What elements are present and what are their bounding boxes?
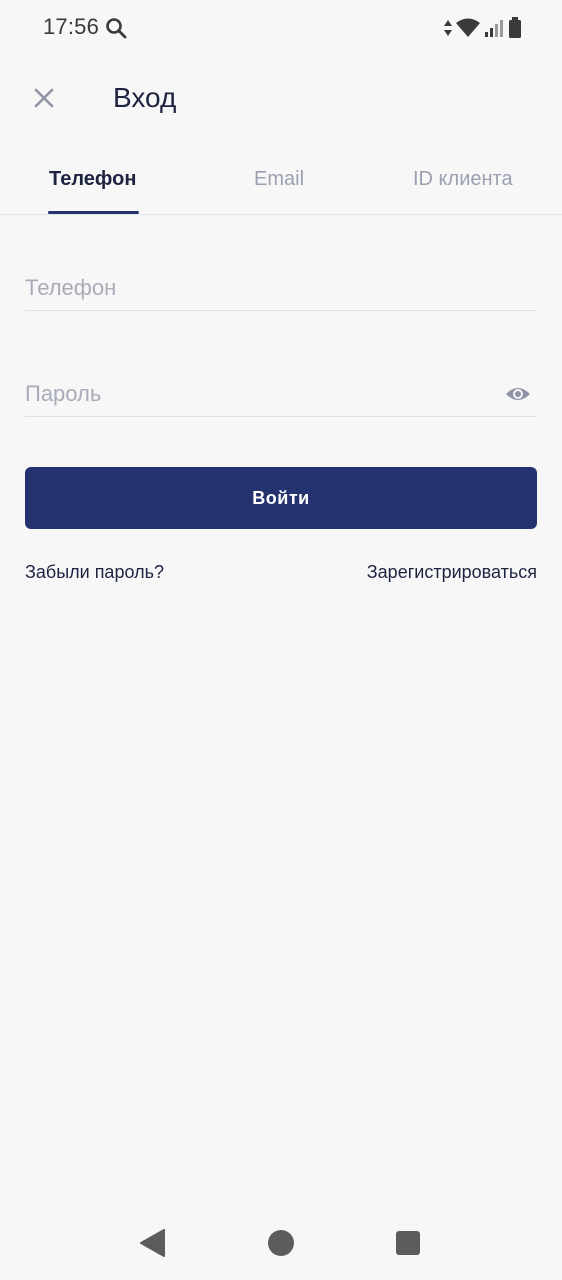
signal-icon xyxy=(485,20,503,37)
close-button[interactable] xyxy=(26,80,62,116)
tab-client-id[interactable]: ID клиента xyxy=(413,168,513,191)
password-field xyxy=(25,374,537,417)
home-icon[interactable] xyxy=(268,1230,294,1256)
status-time: 17:56 xyxy=(43,14,100,39)
page-title: Вход xyxy=(113,82,177,113)
status-bar: 17:56 xyxy=(0,0,562,56)
login-method-tabs: Телефон Email ID клиента xyxy=(0,150,562,215)
phone-input[interactable] xyxy=(25,268,537,308)
login-button[interactable]: Войти xyxy=(25,467,537,529)
eye-icon[interactable] xyxy=(505,384,531,404)
search-icon xyxy=(106,18,127,39)
wifi-icon xyxy=(456,18,480,37)
tab-phone[interactable]: Телефон xyxy=(49,168,136,191)
status-icons xyxy=(444,16,522,40)
recents-icon[interactable] xyxy=(396,1231,420,1255)
close-icon xyxy=(34,88,54,108)
register-link[interactable]: Зарегистрироваться xyxy=(367,562,537,583)
back-icon[interactable] xyxy=(139,1229,165,1257)
active-tab-indicator xyxy=(48,211,139,214)
battery-icon xyxy=(509,17,521,38)
tab-email[interactable]: Email xyxy=(254,168,304,191)
forgot-password-link[interactable]: Забыли пароль? xyxy=(25,562,164,583)
data-arrows-icon xyxy=(444,20,452,36)
password-input[interactable] xyxy=(25,374,537,414)
phone-field xyxy=(25,268,537,311)
